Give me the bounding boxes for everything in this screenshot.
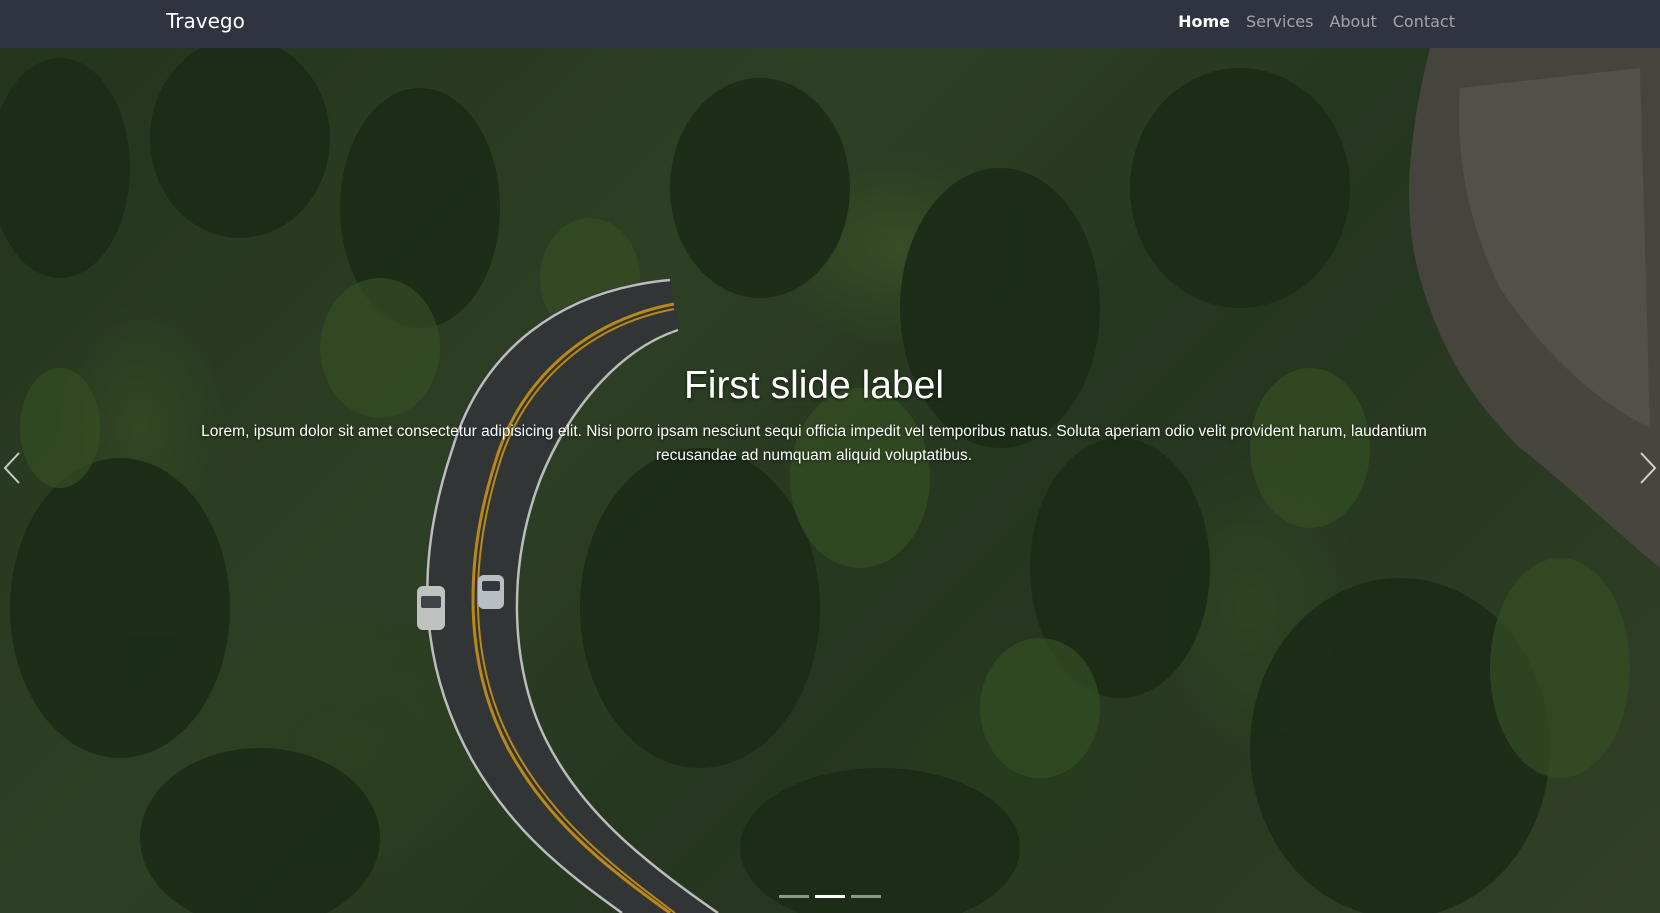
nav-link-about[interactable]: About: [1329, 12, 1376, 31]
brand-logo[interactable]: Travego: [166, 9, 245, 33]
forest-road-photo: [0, 48, 1660, 913]
nav-link-services[interactable]: Services: [1246, 12, 1313, 31]
carousel-prev-button[interactable]: [0, 428, 42, 508]
nav-link-contact[interactable]: Contact: [1393, 12, 1455, 31]
carousel-indicator-1[interactable]: [779, 895, 809, 898]
slide-text: Lorem, ipsum dolor sit amet consectetur …: [201, 422, 1427, 464]
hero-carousel: First slide label Lorem, ipsum dolor sit…: [0, 48, 1660, 913]
nav-links: Home Services About Contact: [1178, 12, 1455, 31]
carousel-next-button[interactable]: [1618, 428, 1660, 508]
slide-title: First slide label: [683, 364, 945, 407]
carousel-indicators: [0, 895, 1660, 898]
carousel-indicator-3[interactable]: [851, 895, 881, 898]
chevron-right-icon: [1640, 452, 1657, 484]
carousel-caption: First slide label Lorem, ipsum dolor sit…: [166, 363, 1462, 468]
chevron-left-icon: [3, 452, 20, 484]
carousel-indicator-2[interactable]: [815, 895, 845, 898]
top-navbar: Travego Home Services About Contact: [0, 0, 1660, 48]
nav-link-home[interactable]: Home: [1178, 12, 1230, 31]
